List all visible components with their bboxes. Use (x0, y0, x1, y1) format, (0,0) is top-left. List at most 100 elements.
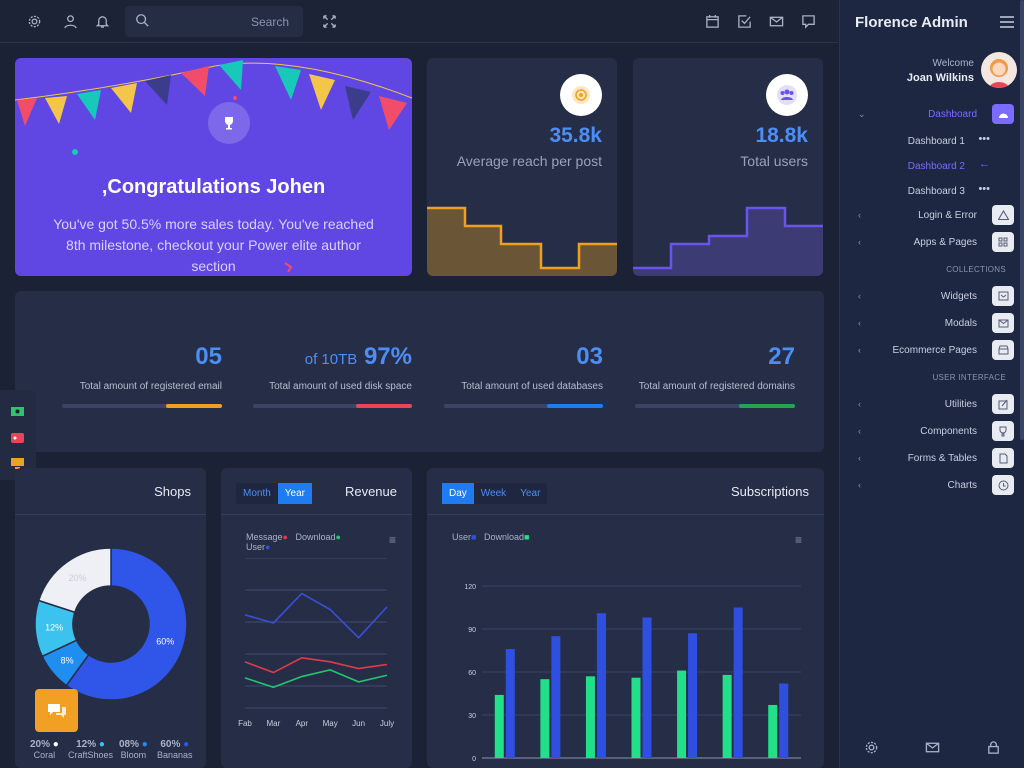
metric-progress (444, 404, 603, 408)
sidebar-item-components[interactable]: ‹ Components (840, 421, 1024, 443)
menu-icon[interactable]: ≡ (389, 533, 396, 547)
tab-month[interactable]: Month (236, 483, 278, 504)
sidebar-item-utilities[interactable]: ‹ Utilities (840, 394, 1024, 416)
more-dots-icon: ••• (978, 183, 990, 195)
sidebar-subitem-dashboard-3[interactable]: Dashboard 3 ••• (840, 183, 1024, 201)
sidebar-item-label: Apps & Pages (913, 237, 977, 248)
bar-download (585, 676, 595, 758)
top-bar: Search (0, 0, 838, 43)
tab-week[interactable]: Week (474, 483, 513, 504)
y-tick-label: 90 (468, 627, 476, 634)
right-sidebar: Florence Admin Welcome Joan Wilkins ⌄ Da… (839, 0, 1024, 768)
subitem-label: Dashboard 3 (907, 186, 965, 197)
subscriptions-bar-chart: 0306090120SunMonTueWedThuFriSat (464, 584, 801, 768)
mail-icon[interactable] (767, 12, 785, 30)
settings-gear-icon[interactable] (864, 740, 880, 756)
more-dots-icon: ••• (978, 133, 990, 145)
search-input[interactable]: Search (251, 15, 289, 29)
x-tick-label: May (323, 719, 338, 728)
congrats-text: You've got 50.5% more sales today. You'v… (53, 216, 374, 274)
tab-day[interactable]: Day (442, 483, 474, 504)
fullscreen-icon[interactable] (320, 12, 338, 30)
sidebar-item-ecommerce[interactable]: ‹ Ecommerce Pages (840, 340, 1024, 362)
metric-label: Total amount of registered email (79, 381, 222, 392)
check-square-icon[interactable] (735, 12, 753, 30)
chat-fab-button[interactable] (35, 689, 78, 732)
sidebar-subitem-dashboard-1[interactable]: Dashboard 1 ••• (840, 133, 1024, 151)
legend-pct: 60% (160, 739, 181, 750)
legend-name: Coral (33, 750, 56, 760)
sidebar-item-dashboard[interactable]: ⌄ Dashboard (840, 104, 1024, 126)
sidebar-item-charts[interactable]: ‹ Charts (840, 475, 1024, 497)
users-sparkline (633, 206, 823, 276)
chevron-left-icon: ‹ (858, 399, 861, 409)
reach-stat-card: 35.8k Average reach per post (427, 58, 617, 276)
y-tick-label: 60 (468, 670, 476, 677)
chevron-left-icon: ‹ (858, 453, 861, 463)
mail-icon[interactable] (925, 740, 941, 756)
legend-name: Bananas (157, 750, 193, 760)
tab-year[interactable]: Year (513, 483, 547, 504)
legend-pct: 12% (76, 739, 97, 750)
gamepad-icon[interactable] (11, 430, 24, 448)
search-icon (135, 13, 149, 32)
legend-user: User (452, 532, 472, 542)
lock-icon[interactable] (986, 740, 1002, 756)
metric-disk: of 10TB 97% Total amount of used disk sp… (253, 343, 412, 408)
bar-user (688, 633, 698, 758)
theme-tools (0, 390, 36, 480)
sidebar-item-login-error[interactable]: ‹ Login & Error (840, 205, 1024, 227)
bar-user (733, 607, 743, 758)
sidebar-subitem-dashboard-2[interactable]: Dashboard 2 ← (840, 158, 1024, 176)
slice-label: 8% (61, 655, 74, 665)
hamburger-menu-icon[interactable] (1000, 15, 1014, 33)
legend-pct: 08% (119, 739, 140, 750)
x-tick-label: July (380, 719, 394, 728)
metric-label: Total amount of registered domains (638, 381, 795, 392)
metric-label: Total amount of used disk space (269, 381, 412, 392)
money-icon[interactable] (11, 403, 24, 421)
clock-icon (992, 475, 1014, 495)
grid-icon (992, 232, 1014, 252)
metric-progress (635, 404, 795, 408)
calendar-icon[interactable] (703, 12, 721, 30)
gear-icon[interactable] (25, 12, 43, 30)
sidebar-item-widgets[interactable]: ‹ Widgets (840, 286, 1024, 308)
chevron-left-icon: ‹ (858, 480, 861, 490)
warning-icon (992, 205, 1014, 225)
menu-icon[interactable]: ≡ (795, 533, 802, 547)
avatar[interactable] (981, 52, 1017, 88)
legend-pct: 20% (30, 739, 51, 750)
bar-user (505, 649, 515, 758)
main-content: ,Congratulations Johen You've got 50.5% … (0, 44, 838, 768)
sidebar-item-modals[interactable]: ‹ Modals (840, 313, 1024, 335)
sidebar-item-forms-tables[interactable]: ‹ Forms & Tables (840, 448, 1024, 470)
chevron-left-icon: ‹ (858, 210, 861, 220)
metric-value: 27 (768, 343, 795, 370)
metric-value: 97% (363, 343, 412, 370)
search-box[interactable]: Search (125, 6, 303, 37)
legend-item: 20% ● Coral (30, 739, 59, 760)
tab-year[interactable]: Year (277, 483, 313, 504)
reach-sparkline (427, 206, 617, 276)
revenue-legend: Message● Download● User● (246, 532, 341, 552)
metric-value: 03 (576, 343, 603, 370)
bell-icon[interactable] (93, 12, 111, 30)
sidebar-item-apps-pages[interactable]: ‹ Apps & Pages (840, 232, 1024, 254)
reach-value: 35.8k (549, 124, 602, 147)
metric-progress (62, 404, 222, 408)
arrow-left-icon: ← (979, 158, 990, 170)
section-user-interface: USER INTERFACE (932, 373, 1006, 382)
user-icon[interactable] (61, 12, 79, 30)
y-tick-label: 30 (468, 713, 476, 720)
bar-download (494, 694, 504, 758)
subscriptions-card: Day Week Year Subscriptions User■ Downlo… (427, 468, 824, 768)
congrats-title: ,Congratulations Johen (101, 176, 326, 198)
revenue-title: Revenue (344, 484, 397, 499)
metrics-card: 05 Total amount of registered email of 1… (15, 291, 824, 452)
sidebar-scrollbar[interactable] (1020, 0, 1024, 440)
metric-databases: 03 Total amount of used databases (444, 343, 603, 408)
sidebar-item-label: Ecommerce Pages (892, 345, 977, 356)
shops-title: Shops (154, 484, 191, 499)
chat-icon[interactable] (799, 12, 817, 30)
